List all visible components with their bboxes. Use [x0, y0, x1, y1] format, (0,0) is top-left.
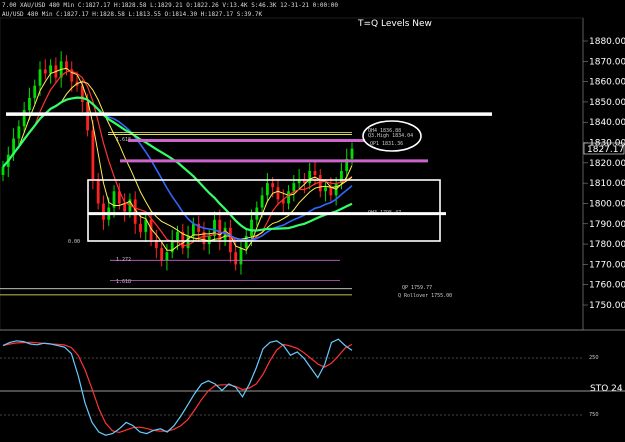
y-tick-label: 1810.00	[589, 179, 625, 189]
candle-body	[271, 183, 275, 188]
chart-canvas: 7.00 XAU/USD 480 Min C:1827.17 H:1828.58…	[0, 2, 625, 436]
candle-body	[1, 166, 5, 176]
candle-body	[265, 183, 269, 196]
osc-level-250: 250	[589, 355, 599, 361]
candle-body	[160, 248, 164, 261]
candle-body	[123, 203, 127, 212]
y-tick-label: 1780.00	[589, 240, 625, 250]
candle-body	[287, 191, 290, 204]
fib-label-zero: 0.00	[68, 239, 80, 245]
level-label-qp: QP 1759.77	[402, 285, 432, 291]
candle-body	[96, 179, 100, 204]
candle-body	[139, 223, 142, 232]
level-label-rollover: Q Rollover 1755.00	[398, 293, 452, 299]
y-tick-label: 1770.00	[589, 260, 625, 270]
fib-label-low: 1.618	[116, 279, 131, 285]
candle-body	[17, 126, 21, 139]
candle-body	[350, 148, 354, 159]
y-tick-label: 1790.00	[589, 220, 625, 230]
chart-root: 7.00 XAU/USD 480 Min C:1827.17 H:1828.58…	[0, 0, 625, 442]
y-tick-label: 1830.00	[589, 139, 625, 149]
candle-body	[239, 248, 243, 265]
ma-red	[2, 70, 353, 247]
candle-body	[207, 235, 211, 245]
price-panel-frame	[0, 17, 584, 331]
candle-body	[234, 252, 238, 265]
candle-body	[329, 187, 333, 196]
candle-body	[292, 183, 296, 192]
candle-body	[165, 252, 169, 261]
candle-body	[33, 85, 37, 98]
level-label-q3high: Q3.High 1834.04	[368, 133, 413, 139]
osc-main-line	[2, 338, 353, 436]
candle-body	[260, 195, 264, 208]
osc-signal-line	[2, 341, 353, 434]
ma-green	[2, 96, 353, 232]
candle-body	[28, 97, 31, 111]
candle-body	[313, 170, 317, 176]
candle-body	[318, 175, 322, 192]
header-line1: 7.00 XAU/USD 480 Min C:1827.17 H:1828.58…	[2, 2, 338, 9]
candle-body	[250, 219, 253, 236]
candle-body	[38, 69, 42, 86]
header-line2: AU/USD 480 Min C:1827.17 H:1828.58 L:181…	[2, 11, 262, 18]
ma-blue	[2, 96, 353, 241]
osc-level-750: 750	[589, 412, 599, 418]
ma-fast-yellow	[2, 67, 353, 251]
y-tick-label: 1760.00	[589, 281, 625, 291]
candle-body	[308, 170, 312, 184]
y-tick-label: 1870.00	[589, 57, 625, 67]
y-tick-label: 1800.00	[589, 199, 625, 209]
y-tick-label: 1850.00	[589, 98, 625, 108]
chart-title: T=Q Levels New	[357, 19, 432, 29]
candle-body	[43, 69, 47, 74]
candle-body	[191, 223, 195, 236]
candle-body	[228, 227, 232, 253]
y-tick-label: 1750.00	[589, 301, 625, 311]
y-tick-label: 1820.00	[589, 159, 625, 169]
y-tick-label: 1880.00	[589, 37, 625, 47]
candle-body	[276, 187, 280, 200]
y-tick-label: 1860.00	[589, 78, 625, 88]
candle-body	[218, 219, 222, 241]
level-label-qp1: QP1 1831.36	[370, 141, 403, 147]
candle-body	[91, 130, 95, 180]
candle-body	[176, 231, 179, 241]
candle-body	[102, 203, 105, 220]
candle-body	[324, 187, 327, 192]
candle-body	[49, 65, 52, 74]
oscillator-label: STO 24	[590, 384, 623, 394]
y-tick-label: 1840.00	[589, 118, 625, 128]
